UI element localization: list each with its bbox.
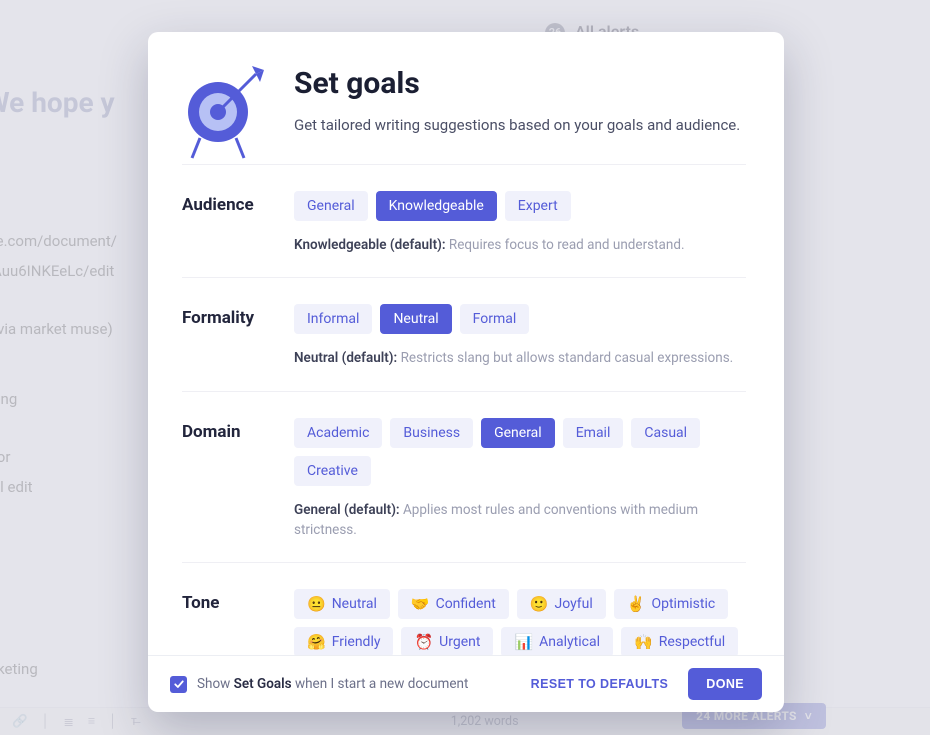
tone-option-label: Analytical	[539, 634, 600, 650]
tone-emoji-icon: 😐	[307, 597, 326, 612]
domain-option-email[interactable]: Email	[563, 418, 624, 448]
formality-option-informal[interactable]: Informal	[294, 304, 372, 334]
tone-option-confident[interactable]: 🤝 Confident	[398, 589, 509, 619]
section-domain: Domain Academic Business General EmailCasua…	[182, 391, 746, 563]
domain-option-business[interactable]: Business	[390, 418, 473, 448]
tone-options: 😐 Neutral 🤝 Confident 🙂 Joyful ✌️ Optimistic 🤗 Fr…	[294, 589, 746, 655]
domain-option-creative[interactable]: Creative	[294, 456, 371, 486]
audience-hint: Knowledgeable (default): Requires focus …	[294, 235, 746, 255]
tone-emoji-icon: 📊	[514, 635, 533, 650]
tone-emoji-icon: 🙂	[530, 597, 549, 612]
audience-options: General Knowledgeable Expert	[294, 191, 746, 221]
modal-footer: Show Set Goals when I start a new docume…	[148, 655, 784, 712]
done-button[interactable]: DONE	[688, 668, 762, 700]
tone-option-joyful[interactable]: 🙂 Joyful	[517, 589, 606, 619]
domain-option-academic[interactable]: Academic	[294, 418, 382, 448]
tone-option-friendly[interactable]: 🤗 Friendly	[294, 627, 393, 655]
formality-option-formal[interactable]: Formal	[460, 304, 530, 334]
set-goals-modal: Set goals Get tailored writing suggestio…	[148, 32, 784, 712]
domain-option-casual[interactable]: Casual	[631, 418, 700, 448]
tone-option-label: Neutral	[332, 596, 377, 612]
modal-scroll-area[interactable]: Set goals Get tailored writing suggestio…	[148, 32, 784, 655]
tone-option-label: Respectful	[659, 634, 725, 650]
section-tone: Tone 😐 Neutral 🤝 Confident 🙂 Joyful ✌️ Optimist…	[182, 562, 746, 655]
audience-option-expert[interactable]: Expert	[505, 191, 571, 221]
tone-option-label: Confident	[436, 596, 496, 612]
tone-option-label: Optimistic	[651, 596, 715, 612]
tone-emoji-icon: ⏰	[414, 635, 433, 650]
show-on-new-doc-checkbox[interactable]	[170, 676, 187, 693]
audience-option-general[interactable]: General	[294, 191, 368, 221]
tone-option-analytical[interactable]: 📊 Analytical	[501, 627, 613, 655]
tone-option-respectful[interactable]: 🙌 Respectful	[621, 627, 738, 655]
domain-hint: General (default): Applies most rules an…	[294, 500, 746, 541]
section-audience: Audience General Knowledgeable Expert Know…	[182, 164, 746, 277]
show-on-new-doc-label: Show Set Goals when I start a new docume…	[197, 676, 468, 692]
modal-subtitle: Get tailored writing suggestions based o…	[294, 115, 740, 137]
tone-option-label: Urgent	[439, 634, 480, 650]
domain-options: Academic Business General EmailCasual Creati…	[294, 418, 746, 486]
tone-emoji-icon: ✌️	[627, 597, 646, 612]
formality-option-neutral[interactable]: Neutral	[380, 304, 451, 334]
target-icon	[182, 66, 264, 164]
section-label-formality: Formality	[182, 304, 274, 368]
section-label-domain: Domain	[182, 418, 274, 541]
tone-emoji-icon: 🙌	[634, 635, 653, 650]
tone-option-neutral[interactable]: 😐 Neutral	[294, 589, 390, 619]
formality-hint: Neutral (default): Restricts slang but a…	[294, 348, 746, 368]
formality-options: Informal Neutral Formal	[294, 304, 746, 334]
domain-option-general[interactable]: General	[481, 418, 555, 448]
audience-option-knowledgeable[interactable]: Knowledgeable	[376, 191, 497, 221]
tone-option-optimistic[interactable]: ✌️ Optimistic	[614, 589, 728, 619]
tone-option-urgent[interactable]: ⏰ Urgent	[401, 627, 493, 655]
tone-option-label: Friendly	[332, 634, 381, 650]
tone-option-label: Joyful	[554, 596, 592, 612]
section-label-audience: Audience	[182, 191, 274, 255]
tone-emoji-icon: 🤝	[411, 597, 430, 612]
reset-defaults-button[interactable]: RESET TO DEFAULTS	[521, 669, 679, 699]
section-label-tone: Tone	[182, 589, 274, 655]
section-formality: Formality Informal Neutral Formal Neutral …	[182, 277, 746, 390]
modal-header: Set goals Get tailored writing suggestio…	[182, 66, 746, 164]
modal-title: Set goals	[294, 66, 740, 101]
tone-emoji-icon: 🤗	[307, 635, 326, 650]
